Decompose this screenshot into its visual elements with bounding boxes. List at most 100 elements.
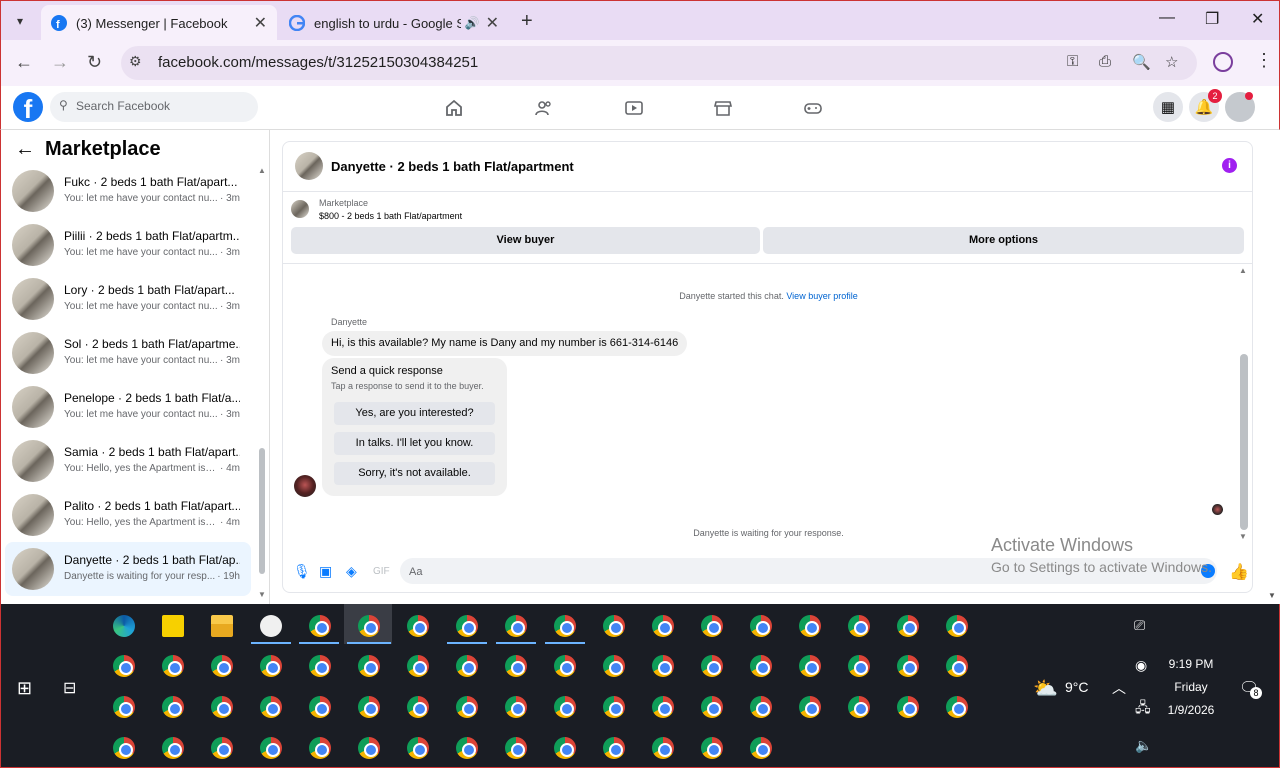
chrome-icon[interactable] (848, 655, 870, 677)
connect-screen-icon[interactable]: ⎚ (1134, 617, 1145, 634)
volume-icon[interactable]: 🔈 (1135, 737, 1152, 754)
edge-icon[interactable] (113, 615, 135, 637)
back-arrow-icon[interactable]: ← (15, 138, 35, 161)
chrome-icon[interactable] (309, 696, 331, 718)
chrome-icon[interactable] (946, 655, 968, 677)
chrome-icon[interactable] (456, 615, 478, 637)
chrome-icon[interactable] (603, 696, 625, 718)
like-thumb-icon[interactable]: 👍 (1229, 562, 1249, 582)
conversation-item[interactable]: Samia · 2 beds 1 bath Flat/apart... You:… (5, 434, 251, 488)
install-app-icon[interactable]: ⎙ (1099, 53, 1111, 70)
chrome-icon[interactable] (505, 737, 527, 759)
tab-search-dropdown[interactable]: ▾ (7, 8, 33, 34)
more-options-button[interactable]: More options (763, 227, 1244, 254)
chrome-icon[interactable] (211, 655, 233, 677)
menu-grid-icon[interactable]: ▦ (1153, 92, 1183, 122)
chrome-icon[interactable] (799, 655, 821, 677)
conversation-item-selected[interactable]: Danyette · 2 beds 1 bath Flat/ap... Dany… (5, 542, 251, 596)
conversation-item[interactable]: Penelope · 2 beds 1 bath Flat/a... You: … (5, 380, 251, 434)
tray-expand-chevron-icon[interactable]: ︿ (1112, 678, 1126, 698)
chrome-icon[interactable] (750, 696, 772, 718)
chrome-icon[interactable] (701, 737, 723, 759)
chat-avatar[interactable] (295, 152, 323, 180)
camera-icon[interactable]: ◉ (1135, 657, 1147, 674)
omnibox[interactable]: ⚙ facebook.com/messages/t/31252150304384… (121, 46, 1197, 80)
chrome-icon[interactable] (750, 655, 772, 677)
chrome-icon[interactable] (358, 696, 380, 718)
quick-response-button[interactable]: Yes, are you interested? (334, 402, 495, 425)
chrome-icon[interactable] (407, 615, 429, 637)
home-icon[interactable] (444, 98, 464, 118)
friends-icon[interactable] (534, 98, 554, 118)
password-key-icon[interactable]: ⚿ (1067, 53, 1078, 70)
chrome-icon[interactable] (554, 696, 576, 718)
chrome-icon[interactable] (358, 615, 380, 637)
chrome-icon[interactable] (603, 615, 625, 637)
chrome-icon[interactable] (358, 737, 380, 759)
chrome-icon[interactable] (897, 655, 919, 677)
chrome-icon[interactable] (211, 696, 233, 718)
page-scroll-down-icon[interactable]: ▼ (1268, 591, 1276, 600)
chat-scrollbar[interactable] (1240, 354, 1248, 530)
clock-time[interactable]: 9:19 PM (1161, 657, 1221, 671)
chrome-icon[interactable] (407, 737, 429, 759)
quick-response-button[interactable]: Sorry, it's not available. (334, 462, 495, 485)
chrome-icon[interactable] (309, 737, 331, 759)
message-bubble[interactable]: Hi, is this available? My name is Dany a… (322, 331, 688, 356)
tab-close-icon[interactable]: ✕ (254, 13, 267, 33)
reload-icon[interactable]: ↻ (87, 52, 102, 73)
chrome-icon[interactable] (750, 737, 772, 759)
conversation-item[interactable]: Sol · 2 beds 1 bath Flat/apartme... You:… (5, 326, 251, 380)
sender-avatar[interactable] (294, 475, 316, 497)
chrome-icon[interactable] (162, 655, 184, 677)
chrome-icon[interactable] (701, 696, 723, 718)
listing-price-title[interactable]: $800 - 2 beds 1 bath Flat/apartment (319, 211, 462, 221)
minimize-icon[interactable]: — (1159, 9, 1175, 27)
chat-scroll-down-icon[interactable]: ▼ (1239, 532, 1247, 541)
forward-icon[interactable]: → (51, 52, 69, 73)
chrome-icon[interactable] (505, 696, 527, 718)
chrome-icon[interactable] (652, 655, 674, 677)
scroll-down-icon[interactable]: ▼ (258, 590, 266, 599)
conversation-item[interactable]: Lory · 2 beds 1 bath Flat/apart... You: … (5, 272, 251, 326)
chrome-icon[interactable] (897, 615, 919, 637)
list-scrollbar[interactable] (259, 448, 265, 574)
chrome-icon[interactable] (407, 655, 429, 677)
chrome-icon[interactable] (603, 737, 625, 759)
chrome-icon[interactable] (260, 696, 282, 718)
chrome-icon[interactable] (505, 615, 527, 637)
chrome-icon[interactable] (652, 737, 674, 759)
chrome-icon[interactable] (848, 696, 870, 718)
chrome-icon[interactable] (456, 696, 478, 718)
chrome-icon[interactable] (554, 737, 576, 759)
speaker-icon[interactable]: 🔊 (465, 16, 480, 30)
chrome-icon[interactable] (505, 655, 527, 677)
clock-date[interactable]: 1/9/2026 (1161, 703, 1221, 717)
menu-kebab-icon[interactable]: ⋮ (1255, 50, 1273, 71)
quick-response-button[interactable]: In talks. I'll let you know. (334, 432, 495, 455)
chrome-icon[interactable] (113, 655, 135, 677)
photo-icon[interactable]: ▣ (319, 563, 332, 580)
task-view-icon[interactable]: ⊟ (63, 678, 76, 698)
tab-close-icon[interactable]: ✕ (486, 13, 499, 33)
chrome-icon[interactable] (554, 655, 576, 677)
paint-icon[interactable] (260, 615, 282, 637)
chrome-icon[interactable] (407, 696, 429, 718)
listing-thumbnail[interactable] (291, 200, 309, 218)
conversation-item[interactable]: Palito · 2 beds 1 bath Flat/apart... You… (5, 488, 251, 542)
chat-title[interactable]: Danyette · 2 beds 1 bath Flat/apartment (331, 159, 574, 174)
chrome-icon[interactable] (260, 655, 282, 677)
chrome-icon[interactable] (260, 737, 282, 759)
chrome-icon[interactable] (554, 615, 576, 637)
sticky-notes-icon[interactable] (162, 615, 184, 637)
chrome-icon[interactable] (652, 696, 674, 718)
chrome-icon[interactable] (113, 696, 135, 718)
chrome-icon[interactable] (799, 696, 821, 718)
chrome-icon[interactable] (162, 696, 184, 718)
clock-day[interactable]: Friday (1161, 680, 1221, 694)
marketplace-icon[interactable] (713, 98, 733, 118)
file-explorer-icon[interactable] (211, 615, 233, 637)
bookmark-star-icon[interactable]: ☆ (1165, 53, 1178, 71)
chrome-icon[interactable] (456, 737, 478, 759)
tab-google[interactable]: english to urdu - Google Se 🔊 ✕ (279, 5, 509, 41)
